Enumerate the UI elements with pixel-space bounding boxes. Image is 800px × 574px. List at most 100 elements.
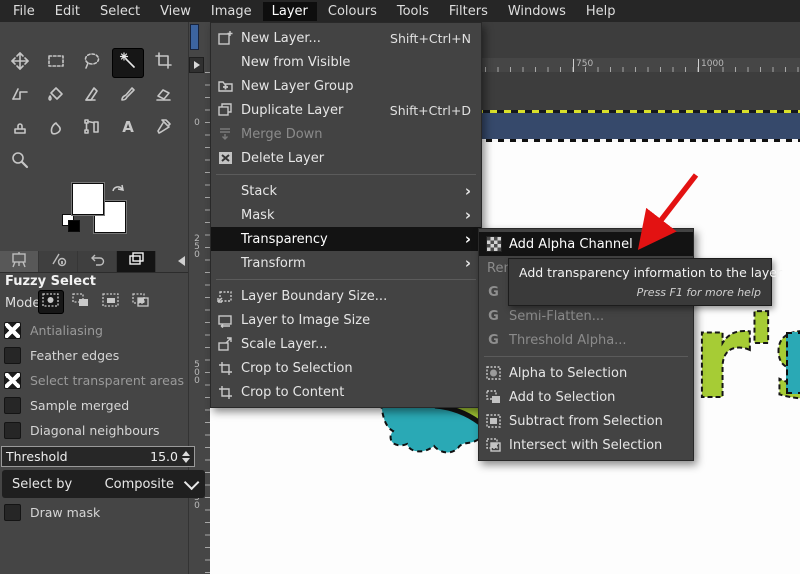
spinner-icon[interactable] xyxy=(182,451,190,463)
menu-filters[interactable]: Filters xyxy=(440,2,497,21)
menu-item-delete-layer[interactable]: Delete Layer xyxy=(211,146,481,170)
delete-layer-icon xyxy=(217,150,234,166)
gegl-operation-icon: G xyxy=(485,308,502,324)
menu-colours[interactable]: Colours xyxy=(319,2,386,21)
menu-item-subtract-from-selection[interactable]: Subtract from Selection xyxy=(479,409,693,433)
foreground-color-swatch[interactable] xyxy=(72,183,104,215)
zoom-tool-button[interactable] xyxy=(4,147,36,177)
mode-subtract-button[interactable] xyxy=(98,290,124,314)
menu-item-new-layer[interactable]: New Layer... Shift+Ctrl+N xyxy=(211,26,481,50)
checkbox[interactable] xyxy=(4,322,21,339)
submenu-arrow-icon: › xyxy=(465,208,471,223)
menu-edit[interactable]: Edit xyxy=(46,2,89,21)
checkbox[interactable] xyxy=(4,347,21,364)
swap-colors-icon[interactable] xyxy=(110,180,126,199)
ruler-corner-button[interactable] xyxy=(189,57,204,73)
menu-separator xyxy=(479,352,693,361)
menu-item-new-layer-group[interactable]: New Layer Group xyxy=(211,74,481,98)
menu-item-add-to-selection[interactable]: Add to Selection xyxy=(479,385,693,409)
menu-item-transform[interactable]: Transform › xyxy=(211,251,481,275)
eraser-tool-button[interactable] xyxy=(148,81,180,111)
antialiasing-option[interactable]: Antialiasing xyxy=(4,322,103,338)
panel-collapse-icon[interactable] xyxy=(178,256,185,266)
paintbrush-tool-button[interactable] xyxy=(112,81,144,111)
tooltip-help-hint: Press F1 for more help xyxy=(519,286,761,299)
ruler-label: 1000 xyxy=(698,59,724,72)
menu-separator xyxy=(211,170,481,179)
select-by-label: Select by xyxy=(12,477,72,492)
gradient-icon xyxy=(82,84,102,108)
menu-help[interactable]: Help xyxy=(577,2,625,21)
gradient-tool-button[interactable] xyxy=(76,81,108,111)
threshold-slider[interactable]: Threshold 15.0 xyxy=(1,446,195,467)
checkbox[interactable] xyxy=(4,372,21,389)
menu-select[interactable]: Select xyxy=(91,2,149,21)
checkbox[interactable] xyxy=(4,422,21,439)
mode-replace-button[interactable] xyxy=(38,290,64,314)
menu-layer[interactable]: Layer xyxy=(263,2,317,21)
menu-item-crop-to-content[interactable]: Crop to Content xyxy=(211,380,481,404)
draw-mask-option[interactable]: Draw mask xyxy=(4,504,100,520)
shear-tool-button[interactable] xyxy=(4,81,36,111)
diagonal-neighbours-option[interactable]: Diagonal neighbours xyxy=(4,422,159,438)
free-select-tool-button[interactable] xyxy=(76,48,108,78)
menu-view[interactable]: View xyxy=(151,2,200,21)
text-tool-button[interactable]: A xyxy=(112,114,144,144)
menu-item-semi-flatten[interactable]: G Semi-Flatten... xyxy=(479,304,693,328)
ink-pen-icon xyxy=(82,117,102,141)
sample-merged-option[interactable]: Sample merged xyxy=(4,397,129,413)
bucket-fill-tool-button[interactable] xyxy=(40,81,72,111)
rectangle-select-tool-button[interactable] xyxy=(40,48,72,78)
intersect-with-selection-icon xyxy=(485,437,502,453)
tooltip-text: Add transparency information to the laye… xyxy=(519,265,761,280)
menu-item-transparency[interactable]: Transparency › xyxy=(211,227,481,251)
ink-tool-button[interactable] xyxy=(76,114,108,144)
select-transparent-areas-option[interactable]: Select transparent areas xyxy=(4,372,184,388)
menu-item-threshold-alpha[interactable]: G Threshold Alpha... xyxy=(479,328,693,352)
annotation-arrow-icon xyxy=(588,165,713,255)
rectangle-select-icon xyxy=(46,51,66,75)
crop-tool-button[interactable] xyxy=(148,48,180,78)
menu-file[interactable]: File xyxy=(4,2,44,21)
tooltip: Add transparency information to the laye… xyxy=(508,258,772,306)
option-label: Select transparent areas xyxy=(30,373,184,388)
menu-item-duplicate-layer[interactable]: Duplicate Layer Shift+Ctrl+D xyxy=(211,98,481,122)
checkbox[interactable] xyxy=(4,397,21,414)
checkbox[interactable] xyxy=(4,504,21,521)
menu-item-layer-boundary-size[interactable]: Layer Boundary Size... xyxy=(211,284,481,308)
menu-tools[interactable]: Tools xyxy=(388,2,438,21)
clone-tool-button[interactable] xyxy=(4,114,36,144)
tab-images[interactable] xyxy=(117,251,156,272)
move-tool-button[interactable] xyxy=(4,48,36,78)
scroll-indicator xyxy=(190,24,199,50)
mode-replace-icon xyxy=(41,292,61,312)
menu-item-layer-to-image-size[interactable]: Layer to Image Size xyxy=(211,308,481,332)
menu-item-alpha-to-selection[interactable]: Alpha to Selection xyxy=(479,361,693,385)
mode-add-button[interactable] xyxy=(68,290,94,314)
option-label: Diagonal neighbours xyxy=(30,423,159,438)
menu-item-scale-layer[interactable]: Scale Layer... xyxy=(211,332,481,356)
mode-intersect-button[interactable] xyxy=(128,290,154,314)
smudge-tool-button[interactable] xyxy=(40,114,72,144)
shear-icon xyxy=(10,84,30,108)
color-picker-tool-button[interactable] xyxy=(148,114,180,144)
gimp-window: File Edit Select View Image Layer Colour… xyxy=(0,0,800,574)
menu-item-intersect-with-selection[interactable]: Intersect with Selection xyxy=(479,433,693,457)
menu-windows[interactable]: Windows xyxy=(499,2,575,21)
threshold-label: Threshold xyxy=(6,449,68,464)
menu-item-new-from-visible[interactable]: New from Visible xyxy=(211,50,481,74)
menu-item-crop-to-selection[interactable]: Crop to Selection xyxy=(211,356,481,380)
select-by-dropdown[interactable]: Select by Composite xyxy=(2,470,205,498)
menu-item-stack[interactable]: Stack › xyxy=(211,179,481,203)
submenu-arrow-icon: › xyxy=(465,184,471,199)
tab-pointer-info[interactable] xyxy=(39,251,78,272)
mode-add-icon xyxy=(71,292,91,312)
menu-item-merge-down[interactable]: Merge Down xyxy=(211,122,481,146)
menu-item-mask[interactable]: Mask › xyxy=(211,203,481,227)
feather-edges-option[interactable]: Feather edges xyxy=(4,347,119,363)
tab-undo-history[interactable] xyxy=(78,251,117,272)
menu-image[interactable]: Image xyxy=(202,2,261,21)
fuzzy-select-tool-button[interactable] xyxy=(112,48,144,78)
tab-tool-options[interactable] xyxy=(0,251,39,272)
ruler-label: 500 xyxy=(192,360,201,384)
